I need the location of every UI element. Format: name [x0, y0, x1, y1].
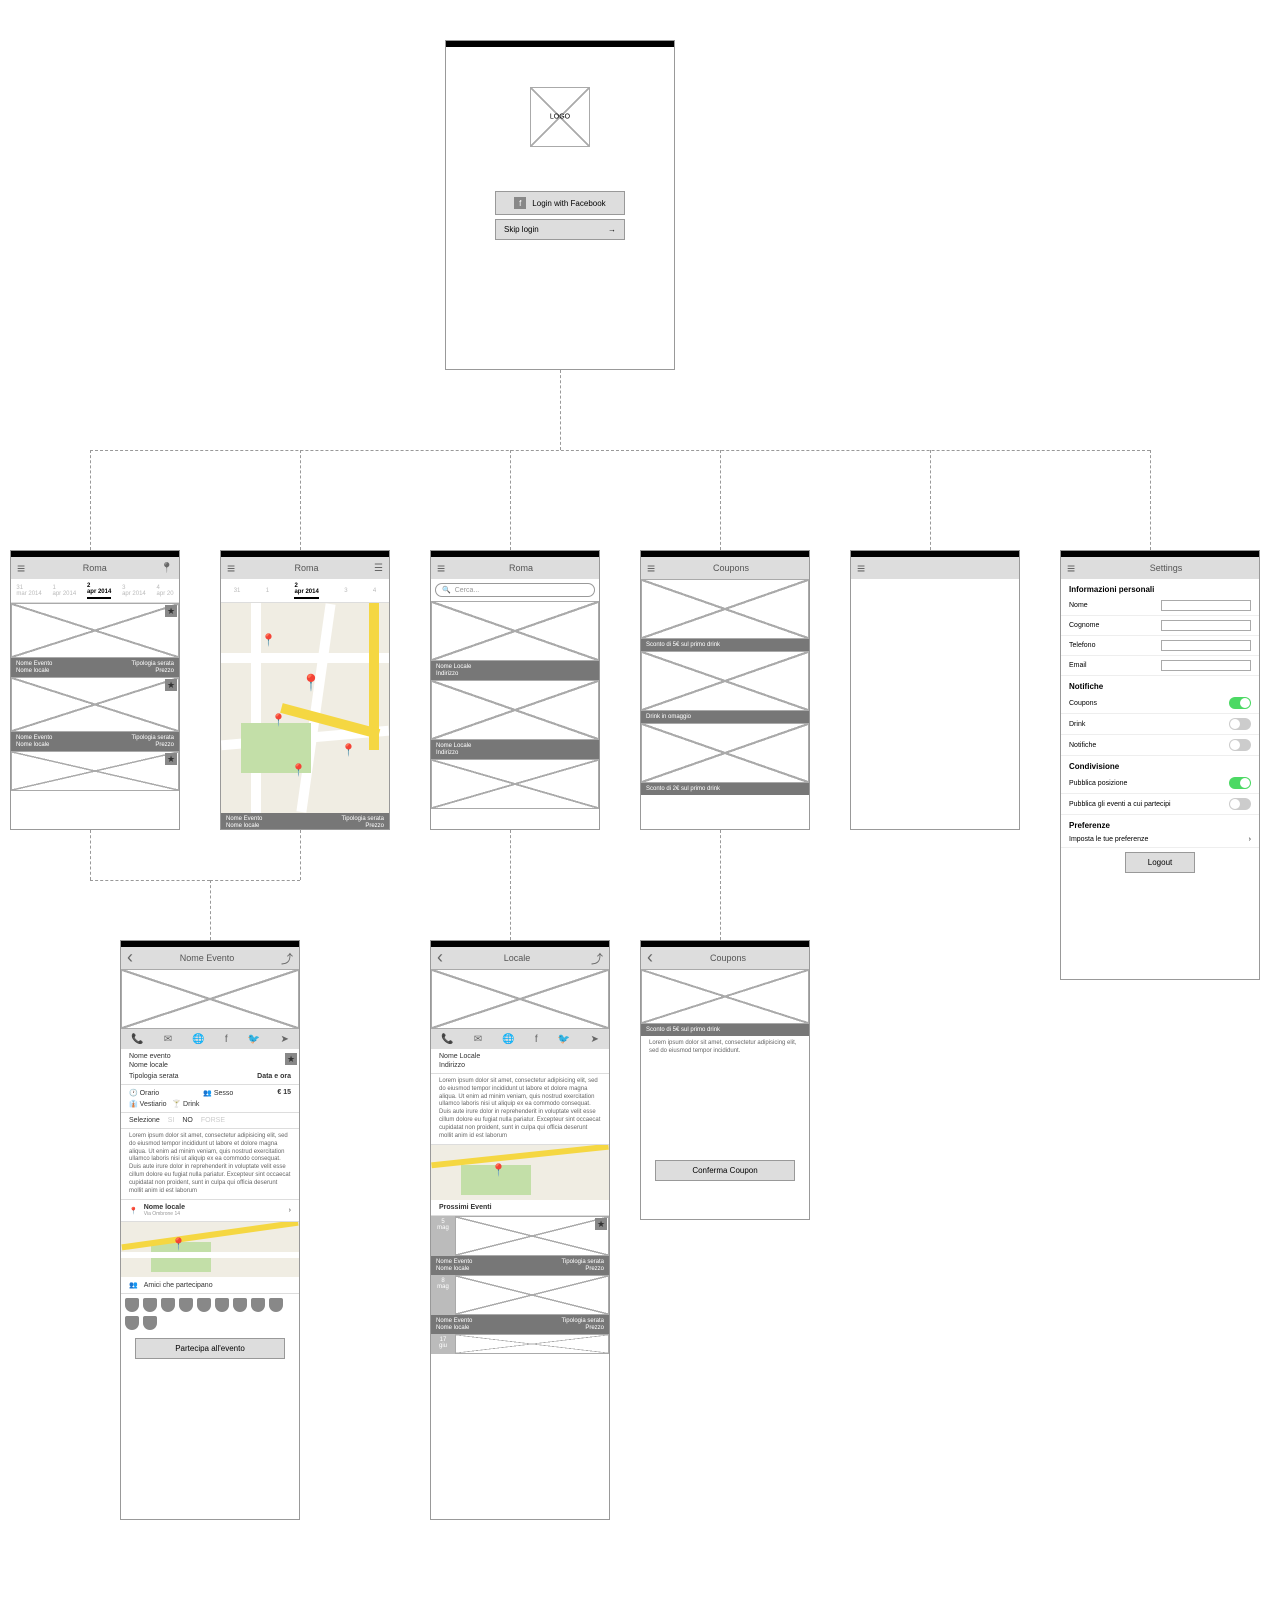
surname-input[interactable] — [1161, 620, 1251, 631]
friends-list — [121, 1294, 299, 1334]
phone-icon[interactable]: 📞 — [441, 1034, 453, 1045]
event-list-screen: Roma 31mar 2014 1apr 2014 2apr 2014 3apr… — [10, 550, 180, 830]
rsvp-maybe[interactable]: FORSE — [201, 1117, 225, 1124]
blank-screen — [850, 550, 1020, 830]
coupon-image — [641, 969, 809, 1024]
search-input[interactable]: 🔍 Cerca... — [435, 583, 595, 597]
mail-icon[interactable]: ✉ — [474, 1034, 482, 1045]
favorite-icon[interactable]: ★ — [285, 1053, 297, 1065]
section-header: Informazioni personali — [1061, 579, 1259, 596]
event-detail-screen: Nome Evento 📞✉🌐f🐦➤ Nome evento Nome loca… — [120, 940, 300, 1520]
menu-icon[interactable] — [437, 563, 449, 573]
venue-hero-image — [431, 969, 609, 1029]
skip-login-button[interactable]: Skip login → — [495, 219, 625, 240]
coupon-description: Lorem ipsum dolor sit amet, consectetur … — [641, 1036, 809, 1156]
venue-image[interactable] — [431, 601, 599, 661]
map-pin-icon[interactable]: 📍 — [291, 763, 306, 777]
venue-link[interactable]: 📍 Nome localeVia Ombrone 14 › — [121, 1200, 299, 1222]
map-pin-icon[interactable]: 📍 — [341, 743, 356, 757]
event-image[interactable] — [11, 677, 179, 732]
list-icon[interactable] — [374, 563, 383, 574]
menu-icon[interactable] — [17, 563, 29, 573]
twitter-icon[interactable]: 🐦 — [558, 1034, 570, 1045]
menu-icon[interactable] — [1067, 563, 1079, 573]
favorite-icon[interactable]: ★ — [165, 679, 177, 691]
section-header: Condivisione — [1061, 756, 1259, 773]
location-icon[interactable]: ➤ — [280, 1034, 288, 1045]
login-screen: LOGO f Login with Facebook Skip login → — [445, 40, 675, 370]
event-description: Lorem ipsum dolor sit amet, consectetur … — [121, 1129, 299, 1200]
map-pin-icon[interactable] — [161, 563, 173, 574]
globe-icon[interactable]: 🌐 — [502, 1034, 514, 1045]
favorite-icon[interactable]: ★ — [595, 1218, 607, 1230]
section-header: Prossimi Eventi — [431, 1200, 609, 1216]
logo-placeholder: LOGO — [530, 87, 590, 147]
phone-input[interactable] — [1161, 640, 1251, 651]
search-screen: Roma 🔍 Cerca... Nome LocaleIndirizzo Nom… — [430, 550, 600, 830]
globe-icon[interactable]: 🌐 — [192, 1034, 204, 1045]
venue-image[interactable] — [431, 759, 599, 809]
date-strip[interactable]: 31mar 2014 1apr 2014 2apr 2014 3apr 2014… — [11, 579, 179, 603]
favorite-icon[interactable]: ★ — [165, 605, 177, 617]
venue-map[interactable]: 📍 — [431, 1145, 609, 1200]
venue-detail-screen: Locale 📞✉🌐f🐦➤ Nome LocaleIndirizzo Lorem… — [430, 940, 610, 1520]
event-image[interactable] — [11, 751, 179, 791]
chevron-right-icon: › — [1249, 836, 1251, 843]
facebook-icon[interactable]: f — [535, 1034, 538, 1045]
favorite-icon[interactable]: ★ — [165, 753, 177, 765]
share-events-toggle[interactable] — [1229, 798, 1251, 810]
menu-icon[interactable] — [647, 563, 659, 573]
section-header: Notifiche — [1061, 676, 1259, 693]
coupon-image[interactable] — [641, 579, 809, 639]
coupon-image[interactable] — [641, 651, 809, 711]
map-pin-icon[interactable]: 📍 — [261, 633, 276, 647]
date-strip[interactable]: 311 2apr 2014 34 — [221, 579, 389, 603]
venue-image[interactable] — [431, 680, 599, 740]
facebook-icon: f — [514, 197, 526, 209]
login-facebook-button[interactable]: f Login with Facebook — [495, 191, 625, 215]
chevron-right-icon: › — [289, 1207, 291, 1214]
search-icon: 🔍 — [442, 586, 451, 594]
menu-icon[interactable] — [857, 563, 869, 573]
drink-toggle[interactable] — [1229, 718, 1251, 730]
share-icon[interactable] — [591, 950, 603, 967]
venue-map[interactable]: 📍 — [121, 1222, 299, 1277]
mail-icon[interactable]: ✉ — [164, 1034, 172, 1045]
location-icon[interactable]: ➤ — [590, 1034, 598, 1045]
map-pin-icon[interactable]: 📍 — [301, 673, 321, 693]
friends-icon: 👥 — [129, 1281, 138, 1289]
coupons-list-screen: Coupons Sconto di 5€ sul primo drink Dri… — [640, 550, 810, 830]
email-input[interactable] — [1161, 660, 1251, 671]
coupons-toggle[interactable] — [1229, 697, 1251, 709]
coupon-image[interactable] — [641, 723, 809, 783]
venue-description: Lorem ipsum dolor sit amet, consectetur … — [431, 1074, 609, 1145]
event-image[interactable] — [11, 603, 179, 658]
rsvp-no[interactable]: NO — [182, 1117, 193, 1124]
event-hero-image — [121, 969, 299, 1029]
share-position-toggle[interactable] — [1229, 777, 1251, 789]
arrow-right-icon: → — [608, 225, 616, 234]
notifications-toggle[interactable] — [1229, 739, 1251, 751]
logout-button[interactable]: Logout — [1125, 852, 1195, 873]
menu-icon[interactable] — [227, 563, 239, 573]
twitter-icon[interactable]: 🐦 — [248, 1034, 260, 1045]
settings-screen: Settings Informazioni personali Nome Cog… — [1060, 550, 1260, 980]
confirm-coupon-button[interactable]: Conferma Coupon — [655, 1160, 795, 1181]
rsvp-yes[interactable]: SI — [168, 1117, 175, 1124]
name-input[interactable] — [1161, 600, 1251, 611]
phone-icon[interactable]: 📞 — [131, 1034, 143, 1045]
share-icon[interactable] — [281, 950, 293, 967]
pin-icon: 📍 — [129, 1207, 138, 1215]
map-screen: Roma 311 2apr 2014 34 📍 📍 📍 📍 📍 Nome Eve… — [220, 550, 390, 830]
preferences-link[interactable]: Imposta le tue preferenze› — [1061, 832, 1259, 848]
map-pin-icon[interactable]: 📍 — [271, 713, 286, 727]
participate-button[interactable]: Partecipa all'evento — [135, 1338, 285, 1359]
coupon-detail-screen: Coupons Sconto di 5€ sul primo drink Lor… — [640, 940, 810, 1220]
map-view[interactable]: 📍 📍 📍 📍 📍 — [221, 603, 389, 813]
facebook-icon[interactable]: f — [225, 1034, 228, 1045]
section-header: Preferenze — [1061, 815, 1259, 832]
